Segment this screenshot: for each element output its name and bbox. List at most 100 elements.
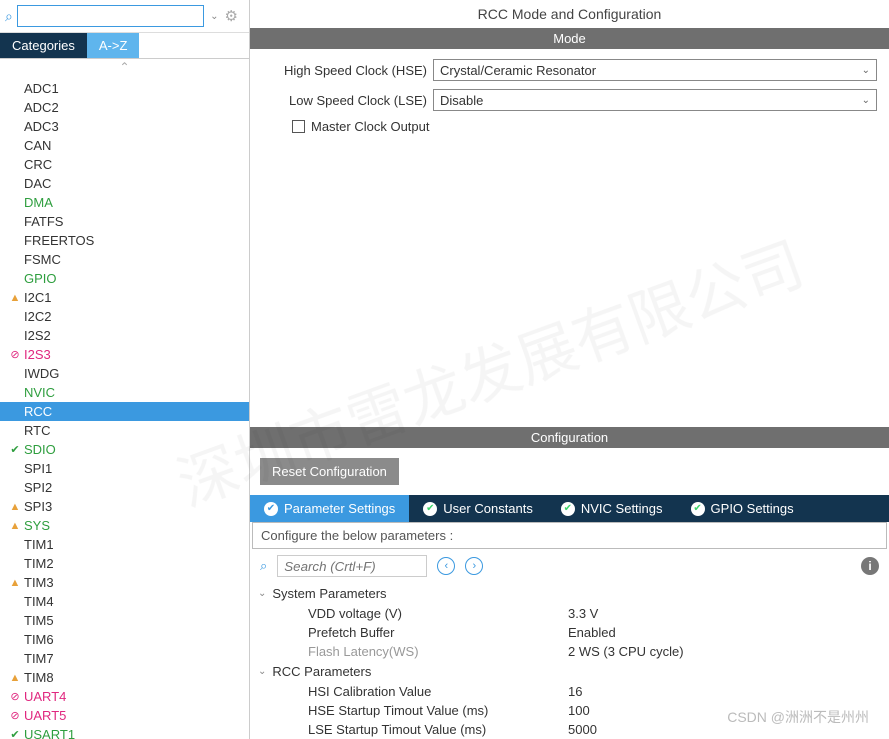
warn-icon: ▲ (8, 672, 22, 684)
tree-label: TIM3 (24, 575, 54, 590)
err-icon: ⊘ (8, 348, 22, 361)
sidebar-item-iwdg[interactable]: IWDG (0, 364, 249, 383)
chevron-down-icon: ⌄ (258, 666, 266, 677)
param-row[interactable]: HSI Calibration Value16 (258, 682, 881, 701)
sidebar-item-can[interactable]: CAN (0, 136, 249, 155)
param-group-header[interactable]: ⌄RCC Parameters (258, 661, 881, 682)
tab-nvic-settings[interactable]: ✔ NVIC Settings (547, 495, 677, 522)
config-tabs: ✔ Parameter Settings ✔ User Constants ✔ … (250, 495, 889, 522)
tree-label: ADC3 (24, 119, 59, 134)
param-group-header[interactable]: ⌄System Parameters (258, 583, 881, 604)
chevron-down-icon[interactable]: ⌄ (208, 11, 220, 22)
sidebar-item-fatfs[interactable]: FATFS (0, 212, 249, 231)
ok-icon: ✔ (8, 728, 22, 739)
sidebar-item-adc3[interactable]: ADC3 (0, 117, 249, 136)
sidebar-item-freertos[interactable]: FREERTOS (0, 231, 249, 250)
search-icon: ⌕ (5, 8, 13, 25)
sidebar-item-i2s3[interactable]: ⊘I2S3 (0, 345, 249, 364)
param-row[interactable]: HSE Startup Timout Value (ms)100 (258, 701, 881, 720)
sidebar-item-tim5[interactable]: TIM5 (0, 611, 249, 630)
tab-categories[interactable]: Categories (0, 33, 87, 58)
sidebar-item-rtc[interactable]: RTC (0, 421, 249, 440)
ok-icon: ✔ (8, 443, 22, 456)
sidebar-item-fsmc[interactable]: FSMC (0, 250, 249, 269)
sidebar-item-dma[interactable]: DMA (0, 193, 249, 212)
master-clock-checkbox[interactable] (292, 120, 305, 133)
sidebar-item-i2c2[interactable]: I2C2 (0, 307, 249, 326)
lse-value: Disable (440, 93, 483, 108)
sidebar-item-usart1[interactable]: ✔USART1 (0, 725, 249, 739)
sidebar-item-spi3[interactable]: ▲SPI3 (0, 497, 249, 516)
tree-label: TIM1 (24, 537, 54, 552)
sidebar-item-spi2[interactable]: SPI2 (0, 478, 249, 497)
tree-label: I2C1 (24, 290, 51, 305)
tree-label: TIM5 (24, 613, 54, 628)
sidebar-item-adc1[interactable]: ADC1 (0, 79, 249, 98)
lse-select[interactable]: Disable ⌄ (433, 89, 877, 111)
sidebar-item-tim3[interactable]: ▲TIM3 (0, 573, 249, 592)
tab-az[interactable]: A->Z (87, 33, 140, 58)
sidebar-item-crc[interactable]: CRC (0, 155, 249, 174)
sidebar: ⌕ ⌄ ⚙ Categories A->Z ⌃ ADC1ADC2 ADC3 CAN C… (0, 0, 250, 739)
sidebar-item-tim1[interactable]: TIM1 (0, 535, 249, 554)
sidebar-item-sys[interactable]: ▲SYS (0, 516, 249, 535)
sidebar-item-i2c1[interactable]: ▲I2C1 (0, 288, 249, 307)
prev-icon[interactable]: ‹ (437, 557, 455, 575)
sidebar-item-rcc[interactable]: RCC (0, 402, 249, 421)
sidebar-item-nvic[interactable]: NVIC (0, 383, 249, 402)
tree-label: I2S3 (24, 347, 51, 362)
mode-section-bar: Mode (250, 28, 889, 49)
sidebar-item-sdio[interactable]: ✔SDIO (0, 440, 249, 459)
err-icon: ⊘ (8, 709, 22, 722)
sidebar-item-uart5[interactable]: ⊘UART5 (0, 706, 249, 725)
collapse-icon[interactable]: ⌃ (0, 59, 249, 75)
tab-gpio-settings[interactable]: ✔ GPIO Settings (677, 495, 808, 522)
tab-user-constants[interactable]: ✔ User Constants (409, 495, 547, 522)
param-row[interactable]: Flash Latency(WS)2 WS (3 CPU cycle) (258, 642, 881, 661)
param-row[interactable]: LSE Startup Timout Value (ms)5000 (258, 720, 881, 739)
master-clock-label: Master Clock Output (311, 119, 430, 134)
sidebar-item-uart4[interactable]: ⊘UART4 (0, 687, 249, 706)
check-icon: ✔ (264, 502, 278, 516)
tree-label: CAN (24, 138, 51, 153)
param-name: HSE Startup Timout Value (ms) (308, 703, 568, 718)
hse-value: Crystal/Ceramic Resonator (440, 63, 596, 78)
sidebar-item-spi1[interactable]: SPI1 (0, 459, 249, 478)
param-row[interactable]: VDD voltage (V)3.3 V (258, 604, 881, 623)
sidebar-item-tim4[interactable]: TIM4 (0, 592, 249, 611)
param-name: Flash Latency(WS) (308, 644, 568, 659)
param-row[interactable]: Prefetch BufferEnabled (258, 623, 881, 642)
params-area: ⌄System ParametersVDD voltage (V)3.3 VPr… (250, 583, 889, 739)
config-section-bar: Configuration (250, 427, 889, 448)
sidebar-item-tim7[interactable]: TIM7 (0, 649, 249, 668)
sidebar-search-input[interactable] (17, 5, 204, 27)
sidebar-item-tim2[interactable]: TIM2 (0, 554, 249, 573)
check-icon: ✔ (423, 502, 437, 516)
config-search-input[interactable] (277, 555, 427, 577)
info-icon[interactable]: i (861, 557, 879, 575)
tree-label: GPIO (24, 271, 57, 286)
hse-select[interactable]: Crystal/Ceramic Resonator ⌄ (433, 59, 877, 81)
sidebar-item-adc2[interactable]: ADC2 (0, 98, 249, 117)
mode-body: High Speed Clock (HSE) Crystal/Ceramic R… (250, 49, 889, 144)
err-icon: ⊘ (8, 690, 22, 703)
sidebar-item-dac[interactable]: DAC (0, 174, 249, 193)
warn-icon: ▲ (8, 292, 22, 304)
tab-parameter-settings[interactable]: ✔ Parameter Settings (250, 495, 409, 522)
next-icon[interactable]: › (465, 557, 483, 575)
tree-label: FREERTOS (24, 233, 94, 248)
tree-label: DAC (24, 176, 51, 191)
tree-label: SYS (24, 518, 50, 533)
sidebar-item-gpio[interactable]: GPIO (0, 269, 249, 288)
tree-label: IWDG (24, 366, 59, 381)
reset-button[interactable]: Reset Configuration (260, 458, 399, 485)
sidebar-item-tim6[interactable]: TIM6 (0, 630, 249, 649)
tree-label: RTC (24, 423, 50, 438)
gear-icon[interactable]: ⚙ (225, 7, 244, 25)
tree-label: TIM2 (24, 556, 54, 571)
check-icon: ✔ (561, 502, 575, 516)
sidebar-item-i2s2[interactable]: I2S2 (0, 326, 249, 345)
sidebar-item-tim8[interactable]: ▲TIM8 (0, 668, 249, 687)
tree-label: TIM6 (24, 632, 54, 647)
tree-label: UART4 (24, 689, 66, 704)
